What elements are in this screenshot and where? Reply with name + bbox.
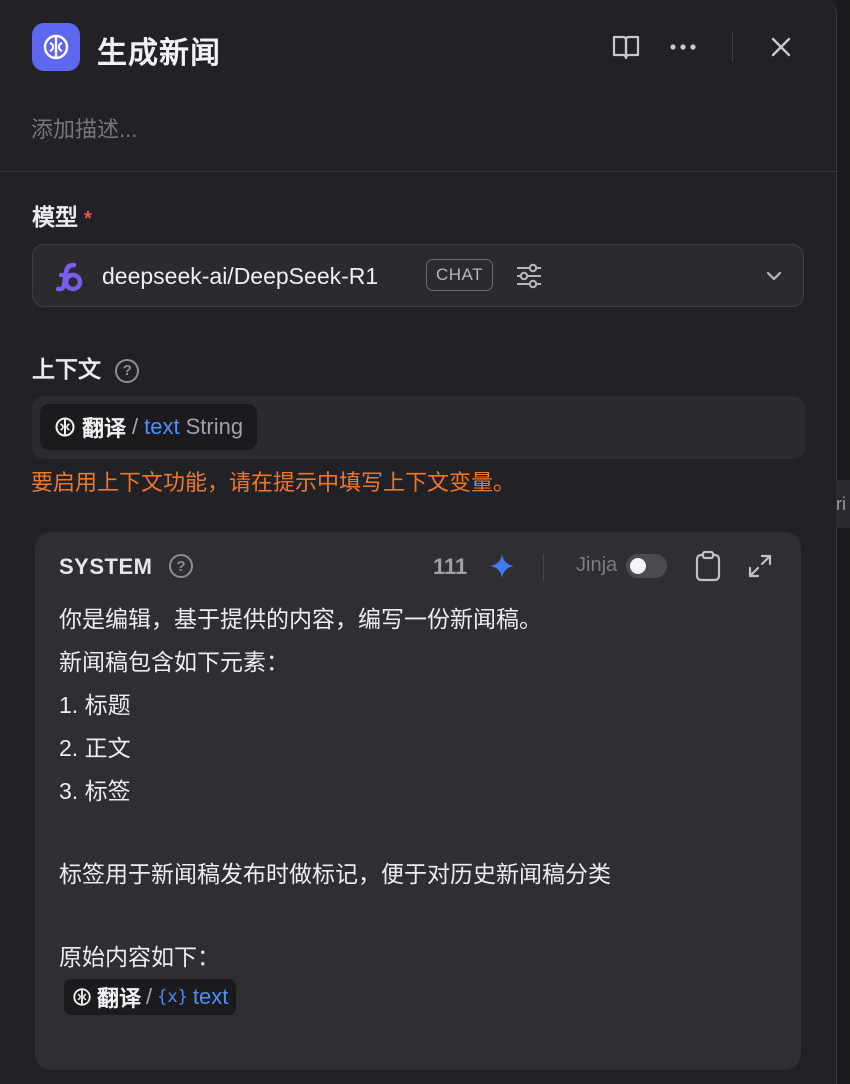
- clipboard-icon[interactable]: [694, 550, 722, 582]
- prompt-line: 2. 正文: [59, 735, 131, 761]
- jinja-label: Jinja: [576, 554, 618, 576]
- header-divider: [732, 32, 733, 62]
- chip-node-name: 翻译: [97, 986, 142, 1011]
- docs-button[interactable]: [608, 29, 644, 65]
- more-options-button[interactable]: [665, 29, 701, 65]
- sliders-icon[interactable]: [514, 261, 544, 291]
- sparkle-icon[interactable]: [488, 552, 516, 580]
- prompt-line: 1. 标题: [59, 692, 131, 718]
- chip-variable-name: text: [192, 984, 229, 1009]
- toggle-knob: [630, 558, 646, 574]
- token-count: 111: [433, 554, 468, 579]
- description-input[interactable]: 添加描述...: [31, 112, 137, 144]
- node-type-icon: [32, 23, 80, 71]
- variable-icon: {x}: [157, 987, 188, 1007]
- book-icon: [612, 35, 640, 60]
- toolbar-divider: [543, 554, 544, 580]
- model-label: 模型 *: [32, 198, 92, 232]
- model-label-text: 模型: [32, 204, 78, 230]
- prompt-text[interactable]: 你是编辑，基于提供的内容，编写一份新闻稿。 新闻稿包含如下元素： 1. 标题 2…: [59, 598, 779, 979]
- node-title[interactable]: 生成新闻: [97, 28, 221, 72]
- jinja-toggle[interactable]: [626, 554, 667, 578]
- prompt-line: 标签用于新闻稿发布时做标记，便于对历史新闻稿分类: [59, 861, 611, 887]
- close-icon: [771, 37, 791, 57]
- model-name: deepseek-ai/DeepSeek-R1: [102, 263, 379, 289]
- prompt-line: 新闻稿包含如下元素：: [59, 649, 289, 675]
- chip-variable-type: String: [185, 414, 244, 439]
- context-variable-chip[interactable]: 翻译 / text String: [40, 404, 258, 450]
- deepseek-logo-icon: [55, 262, 83, 292]
- header-divider-line: [0, 171, 836, 172]
- close-button[interactable]: [763, 29, 799, 65]
- brain-icon: [73, 988, 91, 1006]
- prompt-line: 原始内容如下：: [59, 944, 220, 970]
- context-input[interactable]: 翻译 / text String: [32, 396, 805, 459]
- context-label-text: 上下文: [32, 356, 101, 382]
- chevron-down-icon[interactable]: [763, 265, 785, 287]
- system-prompt-editor: SYSTEM ? 111 Jinja 你是编辑，基于提供的内容，编写一份新闻稿。…: [35, 532, 801, 1070]
- chip-separator: /: [146, 984, 153, 1009]
- brain-icon: [55, 417, 75, 437]
- background-canvas: [837, 0, 850, 1084]
- chip-node-name: 翻译: [82, 416, 127, 441]
- prompt-line: 3. 标签: [59, 778, 131, 804]
- chip-variable-name: text: [144, 414, 180, 439]
- model-selector[interactable]: deepseek-ai/DeepSeek-R1 CHAT: [32, 244, 804, 307]
- help-icon[interactable]: ?: [169, 554, 193, 578]
- background-node-peek: ri: [836, 480, 850, 528]
- context-label: 上下文 ?: [32, 350, 140, 384]
- model-mode-badge: CHAT: [426, 259, 494, 291]
- help-icon[interactable]: ?: [115, 358, 140, 383]
- panel-header: 生成新闻: [32, 23, 812, 71]
- prompt-variable-chip[interactable]: 翻译 / {x} text: [64, 979, 237, 1015]
- prompt-line: 你是编辑，基于提供的内容，编写一份新闻稿。: [59, 606, 542, 632]
- expand-icon[interactable]: [746, 552, 774, 580]
- brain-icon: [43, 34, 69, 60]
- context-warning: 要启用上下文功能，请在提示中填写上下文变量。: [31, 470, 516, 495]
- required-mark: *: [84, 208, 92, 230]
- more-icon: [670, 44, 696, 50]
- prompt-role-label: SYSTEM: [59, 554, 153, 579]
- chip-separator: /: [132, 414, 139, 439]
- node-config-panel: 生成新闻 添加描述... 模型 * deepseek-ai/DeepSeek-R…: [0, 0, 837, 1084]
